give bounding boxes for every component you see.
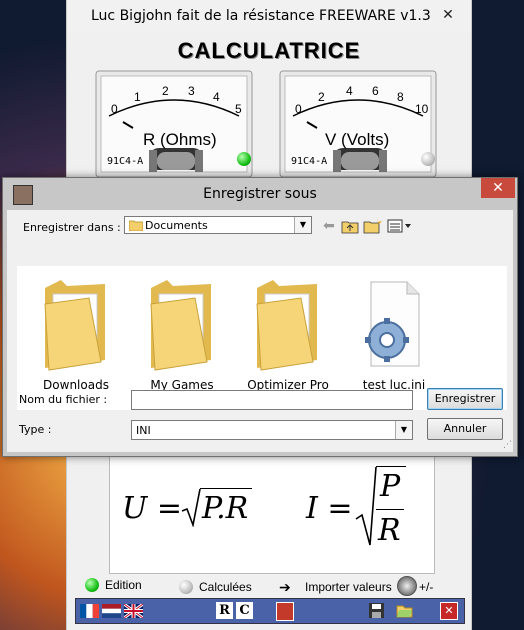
ohms-tick-3: 3: [188, 84, 195, 98]
ohms-tick-5: 5: [235, 102, 242, 116]
ohms-unit-label: R (Ohms): [143, 130, 217, 149]
volts-tick-8: 8: [397, 90, 404, 104]
calculator-window-title: Luc Bigjohn fait de la résistance FREEWA…: [91, 8, 431, 24]
settings-file-icon: [365, 281, 420, 367]
save-in-label: Enregistrer dans :: [23, 221, 121, 234]
save-in-combo[interactable]: Documents ▼: [124, 216, 312, 234]
sqrt-sign-u: [181, 488, 201, 527]
ohms-tick-1: 1: [134, 90, 141, 104]
list-item[interactable]: My Games: [127, 266, 237, 410]
info-book-icon[interactable]: [276, 602, 294, 621]
save-in-value: Documents: [145, 219, 208, 232]
type-value: INI: [136, 424, 151, 437]
type-select[interactable]: INI ▼: [131, 420, 413, 440]
open-folder-icon[interactable]: [396, 602, 413, 619]
new-folder-icon[interactable]: [363, 217, 383, 234]
list-item[interactable]: Optimizer Pro: [233, 266, 343, 410]
legend-plusminus[interactable]: +/-: [419, 580, 433, 594]
calculator-close-button[interactable]: ✕: [433, 6, 463, 24]
import-arrow-icon[interactable]: ➔: [279, 579, 291, 596]
back-arrow-icon[interactable]: ⬅: [319, 218, 339, 234]
legend-edition: Edition: [105, 578, 142, 592]
plusminus-knob-icon[interactable]: [397, 576, 417, 596]
folder-icon: [44, 280, 105, 371]
resize-grip-icon[interactable]: ⋰: [503, 440, 512, 450]
ohms-meter-model: 91C4-A: [107, 156, 144, 167]
save-disk-icon[interactable]: [368, 602, 385, 619]
folder-icon: [256, 280, 317, 371]
volts-tick-6: 6: [372, 84, 379, 98]
bottom-toolbar: R C ✕: [75, 598, 465, 624]
filename-input[interactable]: [131, 390, 413, 410]
save-as-dialog: Enregistrer sous ✕ Enregistrer dans : Do…: [2, 177, 518, 457]
ohms-tick-0: 0: [111, 102, 118, 116]
ohms-status-led: [237, 152, 251, 166]
edition-led: [85, 578, 99, 592]
folder-icon: [150, 280, 211, 371]
volts-meter: 0 2 4 6 8 10 V (Volts) 91C4-A: [279, 70, 437, 178]
ohms-tick-2: 2: [162, 84, 169, 98]
legend-row: Edition Calculées ➔ Importer valeurs +/-: [67, 576, 471, 596]
save-button[interactable]: Enregistrer: [427, 388, 503, 410]
dialog-body: Enregistrer dans : Documents ▼ ⬅ Downloa…: [7, 210, 513, 452]
cancel-button[interactable]: Annuler: [427, 418, 503, 440]
file-name: Downloads: [43, 378, 109, 392]
list-item[interactable]: Downloads: [21, 266, 131, 410]
formula-u-lhs: U =: [122, 491, 182, 526]
formula-u-rhs: P.R: [202, 491, 249, 526]
filename-label: Nom du fichier :: [19, 393, 108, 406]
calculator-heading: CALCULATRICE: [177, 38, 361, 63]
up-folder-icon[interactable]: [341, 219, 359, 234]
formula-i-numerator: P: [380, 469, 401, 504]
ohms-tick-4: 4: [213, 90, 220, 104]
calculees-led: [179, 580, 193, 594]
sqrt-bar-u: [200, 488, 252, 489]
dialog-titlebar: Enregistrer sous ✕: [3, 178, 517, 210]
ohms-meter: 0 1 2 3 4 5 R (Ohms) 91C4-A: [95, 70, 253, 178]
calculator-titlebar: Luc Bigjohn fait de la résistance FREEWA…: [67, 0, 471, 32]
sqrt-bar-i: [376, 466, 406, 467]
formula-panel: U = P.R I = P R: [109, 456, 435, 574]
view-menu-icon[interactable]: [387, 219, 413, 233]
legend-importer[interactable]: Importer valeurs: [305, 580, 392, 594]
volts-unit-label: V (Volts): [325, 130, 390, 149]
sqrt-sign-i: [355, 466, 377, 546]
volts-status-led: [421, 152, 435, 166]
chevron-down-icon[interactable]: ▼: [395, 421, 412, 439]
dialog-close-button[interactable]: ✕: [481, 178, 515, 198]
flag-nl-icon[interactable]: [102, 604, 121, 618]
chevron-down-icon[interactable]: ▼: [294, 217, 311, 233]
exit-icon[interactable]: ✕: [440, 602, 458, 620]
flag-uk-icon[interactable]: [124, 604, 143, 618]
volts-meter-model: 91C4-A: [291, 156, 328, 167]
documents-folder-icon: [129, 220, 143, 231]
dialog-title: Enregistrer sous: [203, 186, 317, 202]
legend-calculees: Calculées: [199, 580, 252, 594]
volts-tick-4: 4: [346, 84, 353, 98]
volts-tick-2: 2: [318, 90, 325, 104]
type-label: Type :: [19, 423, 52, 436]
color-mode-button[interactable]: C: [236, 602, 253, 619]
fraction-bar: [376, 509, 404, 510]
flag-fr-icon[interactable]: [80, 604, 99, 618]
formula-i-lhs: I =: [306, 491, 353, 526]
resistance-mode-button[interactable]: R: [216, 602, 233, 619]
volts-tick-10: 10: [415, 102, 429, 116]
formula-i-denominator: R: [378, 513, 401, 548]
volts-tick-0: 0: [295, 102, 302, 116]
